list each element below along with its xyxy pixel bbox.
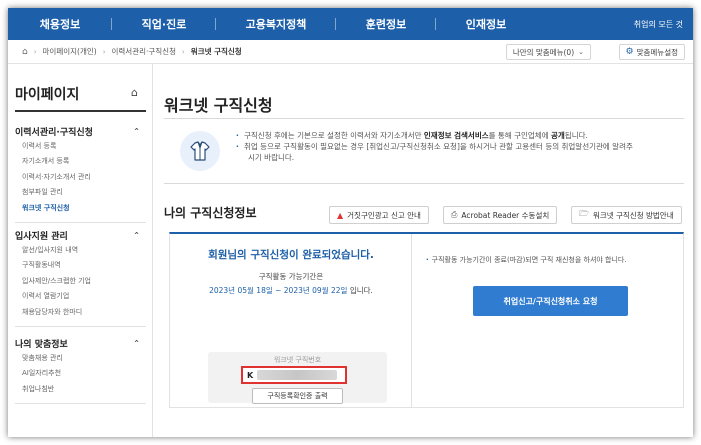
sidebar-item[interactable]: 자기소개서 등록 xyxy=(15,154,146,170)
nav-item-welfare[interactable]: 고용복지정책 xyxy=(216,8,336,40)
sidebar-item[interactable]: 이력서 열람기업 xyxy=(15,289,146,305)
browser-frame: 채용정보 직업·진로 고용복지정책 훈련정보 인재정보 취업의 모든 것 ⌂ ›… xyxy=(8,8,693,437)
sidebar-item[interactable]: 구직활동내역 xyxy=(15,258,146,274)
sidebar-item[interactable]: 알선/입사지원 내역 xyxy=(15,242,146,258)
menu-settings-label: 맞춤메뉴설정 xyxy=(636,47,678,57)
section-title: 나의 구직신청정보 xyxy=(164,206,257,220)
job-seeker-number-label: 워크넷 구직번호 xyxy=(273,356,322,364)
notice-line: 시기 바랍니다. xyxy=(248,153,295,162)
job-seeker-number: K xyxy=(241,366,347,384)
nav-item-career[interactable]: 직업·진로 xyxy=(112,8,216,40)
sidebar-title: 마이페이지 xyxy=(15,87,80,103)
my-menu-dropdown[interactable]: 나만의 맞춤메뉴(0) ⌄ xyxy=(505,44,591,60)
breadcrumb-item[interactable]: 마이페이지(개인) xyxy=(43,46,97,57)
chevron-down-icon: ⌄ xyxy=(578,48,584,56)
chevron-right-icon: › xyxy=(181,47,185,56)
howto-guide-button[interactable]: 🗁 워크넷 구직신청 방법안내 xyxy=(571,206,682,224)
nav-all-link[interactable]: 취업의 모든 것 xyxy=(634,8,683,40)
notice-line: 취업 등으로 구직활동이 필요없는 경우 [취업신고/구직신청취소 요청]을 하… xyxy=(236,141,676,152)
chevron-right-icon: › xyxy=(33,47,37,56)
sidebar-item[interactable]: AI일자리추천 xyxy=(15,366,146,382)
breadcrumb: ⌂ › 마이페이지(개인) › 이력서관리·구직신청 › 워크넷 구직신청 나만… xyxy=(8,40,693,64)
sidebar-divider xyxy=(15,110,146,112)
chevron-up-icon[interactable]: ⌃ xyxy=(133,339,146,348)
breadcrumb-item[interactable]: 이력서관리·구직신청 xyxy=(112,46,176,57)
my-menu-label: 나만의 맞춤메뉴(0) xyxy=(512,47,575,57)
sidebar-divider xyxy=(15,325,146,327)
page-title: 워크넷 구직신청 xyxy=(164,96,273,115)
period-expiry-note: 구직활동 가능기간이 종료(마감)되면 구직 재신청을 하셔야 합니다. xyxy=(426,255,681,265)
sidebar-item[interactable]: 채용담당자와 한마디 xyxy=(15,304,146,320)
home-icon[interactable]: ⌂ xyxy=(22,47,28,57)
report-false-ad-button[interactable]: ▲ 거짓구인광고 신고 안내 xyxy=(329,206,429,224)
nav-item-talent[interactable]: 인재정보 xyxy=(436,8,536,40)
sidebar-section-applications: 입사지원 관리 ⌃ 알선/입사지원 내역 구직활동내역 입사제안/스크랩한 기업… xyxy=(15,228,146,327)
sidebar-item[interactable]: 이력서·자기소개서 관리 xyxy=(15,169,146,185)
menu-settings-button[interactable]: ⚙ 맞춤메뉴설정 xyxy=(618,44,685,60)
status-headline: 회원님의 구직신청이 완료되었습니다. xyxy=(208,249,374,261)
print-certificate-button[interactable]: 구직등록확인증 출력 xyxy=(252,388,343,404)
period-label: 구직활동 가능기간은 xyxy=(258,272,324,281)
warning-icon: ▲ xyxy=(337,210,344,220)
gear-icon: ⚙ xyxy=(625,47,634,57)
sidebar-item[interactable]: 취업나침반 xyxy=(15,381,146,397)
period-dates: 2023년 05월 18일 ~ 2023년 09월 22일 입니다. xyxy=(209,286,373,295)
status-left-panel: 회원님의 구직신청이 완료되었습니다. 구직활동 가능기간은 2023년 05월… xyxy=(170,234,412,408)
sidebar: 마이페이지 ⌂ 이력서관리·구직신청 ⌃ 이력서 등록 자기소개서 등록 이력서… xyxy=(8,64,153,437)
application-status-box: 회원님의 구직신청이 완료되었습니다. 구직활동 가능기간은 2023년 05월… xyxy=(169,232,684,408)
sidebar-item[interactable]: 맞춤채용 관리 xyxy=(15,350,146,366)
sidebar-item[interactable]: 이력서 등록 xyxy=(15,138,146,154)
sidebar-item[interactable]: 첨부파일 관리 xyxy=(15,185,146,201)
sidebar-section-custom-info: 나의 맞춤정보 ⌃ 맞춤채용 관리 AI일자리추천 취업나침반 xyxy=(15,336,146,404)
notice-text: 구직신청 후에는 기본으로 설정한 이력서와 자기소개서만 인재정보 검색서비스… xyxy=(236,130,676,163)
notice-line: 구직신청 후에는 기본으로 설정한 이력서와 자기소개서만 인재정보 검색서비스… xyxy=(236,130,676,141)
sidebar-section-heading[interactable]: 입사지원 관리 ⌃ xyxy=(15,228,146,242)
sidebar-section-heading[interactable]: 이력서관리·구직신청 ⌃ xyxy=(15,124,146,138)
folder-icon: 🗁 xyxy=(579,209,589,218)
home-icon[interactable]: ⌂ xyxy=(131,86,138,99)
cancel-application-button[interactable]: 취업신고/구직신청취소 요청 xyxy=(473,286,628,316)
acrobat-install-button[interactable]: ⎙ Acrobat Reader 수동설치 xyxy=(443,206,558,224)
main-content: 워크넷 구직신청 구직신청 후에는 기본으로 설정한 이력서와 자기소개서만 인… xyxy=(153,64,693,437)
job-seeker-number-box: 워크넷 구직번호 K 구직등록확인증 출력 xyxy=(208,352,387,404)
chevron-up-icon[interactable]: ⌃ xyxy=(133,231,146,240)
top-navigation: 채용정보 직업·진로 고용복지정책 훈련정보 인재정보 취업의 모든 것 xyxy=(8,8,693,40)
sidebar-item[interactable]: 입사제안/스크랩한 기업 xyxy=(15,273,146,289)
notice-box: 구직신청 후에는 기본으로 설정한 이력서와 자기소개서만 인재정보 검색서비스… xyxy=(164,118,684,184)
chevron-up-icon[interactable]: ⌃ xyxy=(133,127,146,136)
shirt-icon-svg xyxy=(190,141,210,161)
sidebar-section-resume: 이력서관리·구직신청 ⌃ 이력서 등록 자기소개서 등록 이력서·자기소개서 관… xyxy=(15,124,146,223)
sidebar-section-heading[interactable]: 나의 맞춤정보 ⌃ xyxy=(15,336,146,350)
nav-item-training[interactable]: 훈련정보 xyxy=(336,8,436,40)
shirt-icon xyxy=(180,131,220,171)
sidebar-divider xyxy=(15,221,146,223)
chevron-right-icon: › xyxy=(102,47,106,56)
sidebar-item-active[interactable]: 워크넷 구직신청 xyxy=(15,200,146,216)
redacted-number xyxy=(257,370,338,380)
printer-icon: ⎙ xyxy=(451,210,458,219)
breadcrumb-current: 워크넷 구직신청 xyxy=(190,47,242,56)
sidebar-divider xyxy=(15,402,146,404)
nav-item-jobs[interactable]: 채용정보 xyxy=(8,8,112,40)
